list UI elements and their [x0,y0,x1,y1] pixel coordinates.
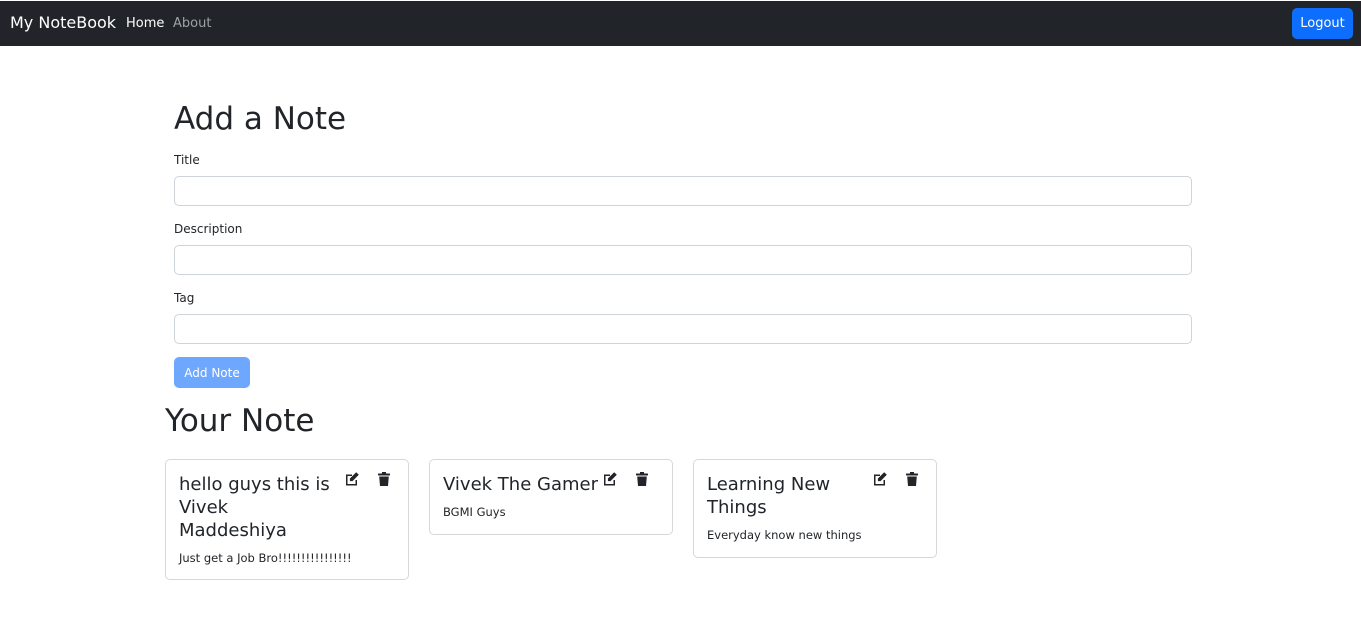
navbar: My NoteBook Home About Logout [0,1,1361,46]
note-card: Learning New Things Everyday know new th… [693,459,937,558]
tag-label: Tag [174,291,195,305]
tag-input[interactable] [174,314,1192,344]
edit-icon[interactable] [344,471,360,487]
note-description: Just get a Job Bro!!!!!!!!!!!!!!!! [179,551,352,565]
description-input[interactable] [174,245,1192,275]
note-title: Learning New Things [707,474,831,518]
title-label: Title [174,153,200,167]
note-description: Everyday know new things [707,528,862,542]
description-label: Description [174,222,243,236]
add-note-heading: Add a Note [174,101,347,137]
note-description: BGMI Guys [443,505,506,519]
brand-link[interactable]: My NoteBook [10,13,116,32]
note-title: Vivek The Gamer [443,474,598,495]
your-note-heading: Your Note [165,403,315,439]
edit-icon[interactable] [872,471,888,487]
nav-home[interactable]: Home [126,16,164,31]
note-title: hello guys this is Vivek Maddeshiya [179,474,330,541]
add-note-button[interactable]: Add Note [174,357,250,388]
title-input[interactable] [174,176,1192,206]
logout-button[interactable]: Logout [1292,8,1353,39]
trash-icon[interactable] [634,471,650,487]
nav-about[interactable]: About [173,16,211,31]
note-card: Vivek The Gamer BGMI Guys [429,459,673,535]
edit-icon[interactable] [602,471,618,487]
trash-icon[interactable] [376,471,392,487]
trash-icon[interactable] [904,471,920,487]
note-card: hello guys this is Vivek Maddeshiya Just… [165,459,409,580]
